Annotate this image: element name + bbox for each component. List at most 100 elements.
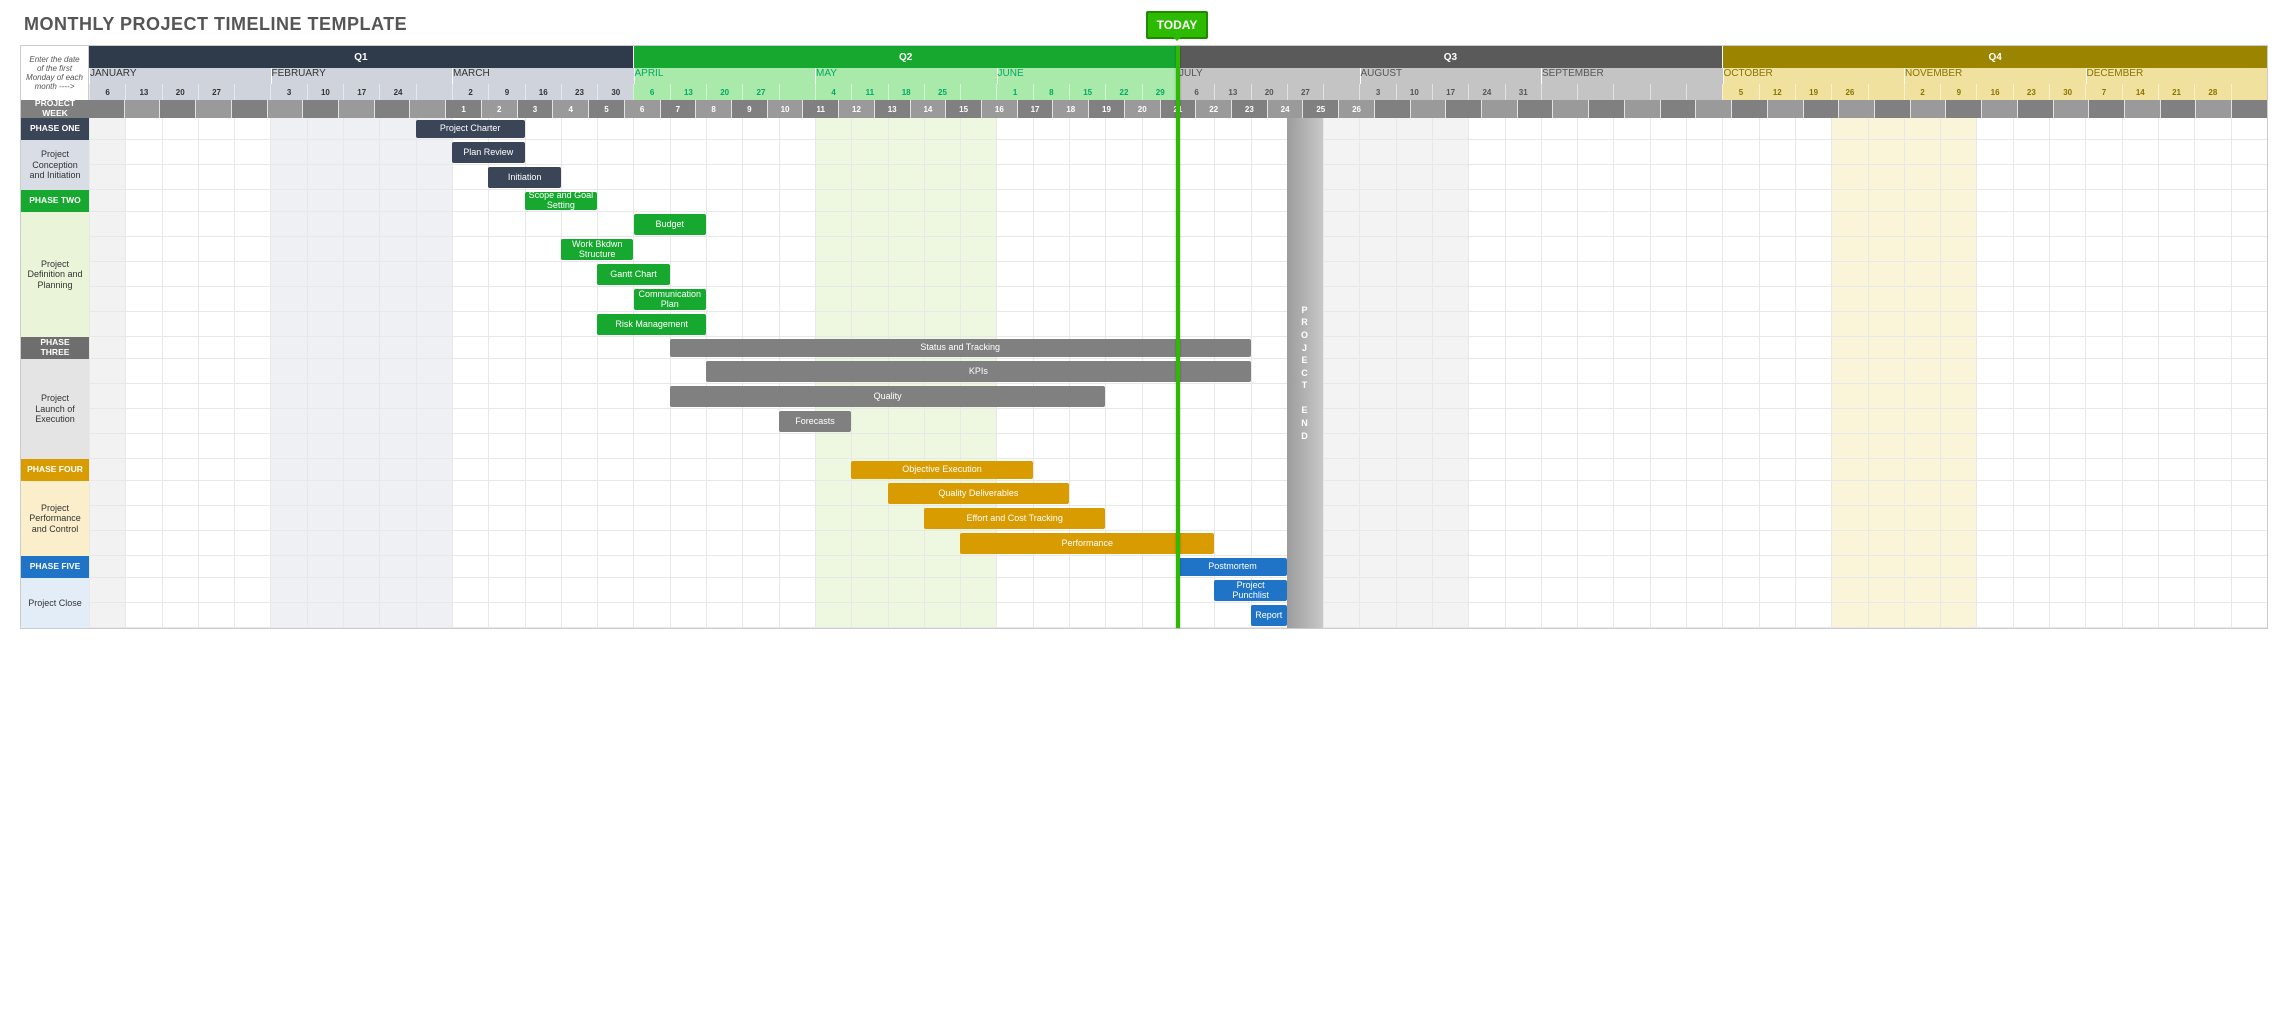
date-cell: 16: [1976, 84, 2012, 100]
date-cell: [1541, 84, 1577, 100]
project-week-cell: [195, 100, 231, 118]
quarter-header: Q2: [633, 46, 1178, 68]
date-cell: 13: [1214, 84, 1250, 100]
project-week-cell: 16: [981, 100, 1017, 118]
date-cell: 23: [2013, 84, 2049, 100]
project-week-cell: [1374, 100, 1410, 118]
project-week-cell: 3: [517, 100, 553, 118]
task-bar[interactable]: Forecasts: [779, 411, 852, 432]
project-week-cell: [409, 100, 445, 118]
project-week-cell: 23: [1231, 100, 1267, 118]
project-week-cell: [1552, 100, 1588, 118]
date-cell: 27: [198, 84, 234, 100]
date-cell: 20: [162, 84, 198, 100]
date-cell: 28: [2194, 84, 2230, 100]
project-week-cell: 1: [445, 100, 481, 118]
task-bar[interactable]: Report: [1251, 605, 1287, 626]
date-cell: 9: [488, 84, 524, 100]
task-bar[interactable]: Plan Review: [452, 142, 525, 163]
quarter-header-row: Enter the date of the first Monday of ea…: [21, 46, 2267, 100]
date-cell: 2: [1904, 84, 1940, 100]
project-week-cell: 15: [945, 100, 981, 118]
project-week-cell: [1981, 100, 2017, 118]
project-week-cell: 21: [1160, 100, 1196, 118]
instruction-cell: Enter the date of the first Monday of ea…: [21, 46, 89, 100]
quarter-header: Q3: [1178, 46, 1723, 68]
project-week-cell: 10: [767, 100, 803, 118]
date-cell: 4: [815, 84, 851, 100]
project-week-cell: 22: [1195, 100, 1231, 118]
task-bar[interactable]: Project Charter: [416, 120, 525, 138]
date-cell: 8: [1033, 84, 1069, 100]
task-bar[interactable]: Initiation: [488, 167, 561, 188]
date-cell: 17: [1432, 84, 1468, 100]
date-cell: 27: [742, 84, 778, 100]
gantt-body: PROJECT END PHASE ONEProject CharterPlan…: [21, 118, 2267, 628]
project-week-cell: [2053, 100, 2089, 118]
project-week-cell: 14: [910, 100, 946, 118]
project-week-cell: [1410, 100, 1446, 118]
project-week-cell: [338, 100, 374, 118]
task-bar[interactable]: Project Punchlist: [1214, 580, 1287, 601]
project-week-cell: 26: [1338, 100, 1374, 118]
task-bar[interactable]: Quality Deliverables: [888, 483, 1070, 504]
date-cell: 13: [125, 84, 161, 100]
project-week-cell: [231, 100, 267, 118]
project-week-cell: 9: [731, 100, 767, 118]
project-week-cell: [1731, 100, 1767, 118]
project-week-cell: 6: [624, 100, 660, 118]
project-week-cell: [1588, 100, 1624, 118]
date-cell: 30: [597, 84, 633, 100]
date-cell: 29: [1142, 84, 1178, 100]
task-bar[interactable]: Postmortem: [1178, 558, 1287, 576]
project-week-cell: 2: [481, 100, 517, 118]
date-cell: 11: [851, 84, 887, 100]
task-bar[interactable]: Budget: [634, 214, 707, 235]
task-bar[interactable]: Risk Management: [597, 314, 706, 335]
project-week-cell: [124, 100, 160, 118]
date-cell: [960, 84, 996, 100]
project-week-cell: [1624, 100, 1660, 118]
project-week-cell: 11: [802, 100, 838, 118]
project-week-row: PROJECT WEEK 123456789101112131415161718…: [21, 100, 2267, 118]
phase-group-label: Project Close: [21, 578, 89, 628]
task-bar[interactable]: Gantt Chart: [597, 264, 670, 285]
project-week-cell: [2017, 100, 2053, 118]
task-bar[interactable]: Scope and Goal Setting: [525, 192, 598, 210]
project-week-cell: [89, 100, 124, 118]
date-cell: [1613, 84, 1649, 100]
task-bar[interactable]: Effort and Cost Tracking: [924, 508, 1106, 529]
date-cell: 10: [1396, 84, 1432, 100]
task-bar[interactable]: Quality: [670, 386, 1106, 407]
date-cell: 20: [706, 84, 742, 100]
month-header: APRIL: [634, 68, 816, 84]
date-cell: [1650, 84, 1686, 100]
date-cell: 17: [343, 84, 379, 100]
month-header: JANUARY: [89, 68, 271, 84]
task-bar[interactable]: Communication Plan: [634, 289, 707, 310]
today-flag: TODAY: [1146, 11, 1208, 39]
project-week-cell: [1695, 100, 1731, 118]
task-bar[interactable]: Status and Tracking: [670, 339, 1251, 357]
task-bar[interactable]: KPIs: [706, 361, 1251, 382]
month-header: MARCH: [452, 68, 634, 84]
month-header: AUGUST: [1360, 68, 1542, 84]
phase-header: PHASE TWO: [21, 190, 89, 212]
date-cell: 26: [1831, 84, 1867, 100]
project-week-cell: 8: [695, 100, 731, 118]
date-cell: 15: [1069, 84, 1105, 100]
date-cell: 18: [888, 84, 924, 100]
project-week-cell: [1445, 100, 1481, 118]
date-cell: 27: [1287, 84, 1323, 100]
task-bar[interactable]: Objective Execution: [851, 461, 1033, 479]
date-cell: 20: [1251, 84, 1287, 100]
project-week-cell: [1874, 100, 1910, 118]
project-week-cell: [1838, 100, 1874, 118]
date-cell: 10: [307, 84, 343, 100]
task-bar[interactable]: Work Bkdwn Structure: [561, 239, 634, 260]
task-bar[interactable]: Performance: [960, 533, 1214, 554]
phase-group-label: Project Performance and Control: [21, 481, 89, 556]
date-cell: 22: [1105, 84, 1141, 100]
project-week-cell: [1767, 100, 1803, 118]
project-week-cell: 13: [874, 100, 910, 118]
